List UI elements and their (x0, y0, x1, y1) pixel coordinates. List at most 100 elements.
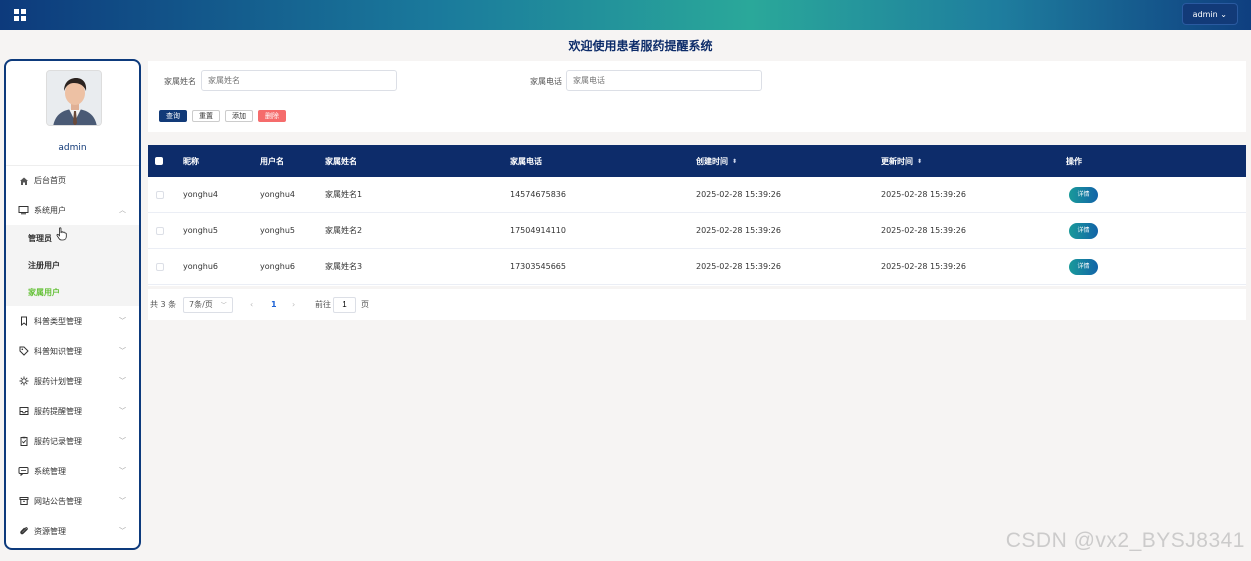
cell-nickname: yonghu5 (183, 226, 219, 235)
sidebar-item-label: 服药提醒管理 (34, 406, 82, 416)
add-button[interactable]: 添加 (225, 110, 253, 122)
column-header-actions: 操作 (1066, 156, 1082, 166)
tag-icon (18, 346, 29, 357)
sidebar-item-medication-plan[interactable]: 服药计划管理 ﹀ (6, 366, 139, 396)
cell-family-name: 家属姓名1 (325, 190, 363, 199)
cell-updated: 2025-02-28 15:39:26 (881, 226, 966, 235)
sidebar-item-resources[interactable]: 资源管理 ﹀ (6, 516, 139, 546)
bookmark-icon (18, 316, 29, 327)
cell-actions: 详情 (1069, 249, 1098, 284)
cell-family-phone: 14574675836 (510, 190, 566, 199)
family-phone-input[interactable] (566, 70, 762, 91)
paperclip-icon (18, 526, 29, 537)
home-icon (18, 175, 29, 186)
table-row: yonghu5 yonghu5 家属姓名2 17504914110 2025-0… (148, 213, 1246, 249)
sidebar-item-home[interactable]: 后台首页 (6, 165, 139, 195)
sidebar: admin 后台首页 系统用户 ︿ 管理员 注册用户 家属用户 科普类型管理 ﹀… (4, 59, 141, 550)
sidebar-item-system-manage[interactable]: 系统管理 ﹀ (6, 456, 139, 486)
sidebar-subitem-family-users[interactable]: 家属用户 (6, 279, 139, 306)
chevron-down-icon: ﹀ (220, 302, 227, 309)
sidebar-item-label: 资源管理 (34, 526, 66, 536)
column-header-label: 更新时间 (881, 156, 913, 166)
sidebar-subitem-admin[interactable]: 管理员 (6, 225, 139, 252)
family-name-input[interactable] (201, 70, 397, 91)
sidebar-item-announcement[interactable]: 网站公告管理 ﹀ (6, 486, 139, 516)
cell-updated: 2025-02-28 15:39:26 (881, 262, 966, 271)
row-checkbox[interactable] (156, 262, 164, 271)
data-table: 昵称 用户名 家属姓名 家属电话 创建时间 ⬍ 更新时间 ⬍ 操作 yonghu4 … (148, 145, 1246, 286)
sort-icon: ⬍ (732, 157, 738, 165)
table-header: 昵称 用户名 家属姓名 家属电话 创建时间 ⬍ 更新时间 ⬍ 操作 (148, 145, 1246, 177)
chevron-down-icon: ﹀ (119, 527, 126, 535)
avatar (46, 70, 102, 126)
prev-page-icon[interactable]: ‹ (250, 289, 253, 320)
family-name-label: 家属姓名 (164, 77, 196, 86)
cell-username: yonghu4 (260, 190, 296, 199)
sort-icon: ⬍ (917, 157, 923, 165)
next-page-icon[interactable]: › (292, 289, 295, 320)
row-checkbox[interactable] (156, 226, 164, 235)
cell-actions: 详情 (1069, 177, 1098, 212)
chevron-down-icon: ⌄ (1220, 10, 1227, 19)
page-suffix-label: 页 (361, 300, 369, 309)
chevron-down-icon: ﹀ (119, 497, 126, 505)
sidebar-user-name: admin (58, 143, 87, 153)
sidebar-item-medication-record[interactable]: 服药记录管理 ﹀ (6, 426, 139, 456)
column-header-created[interactable]: 创建时间 ⬍ (696, 145, 737, 177)
box-icon (18, 496, 29, 507)
cell-username: yonghu5 (260, 226, 296, 235)
pagination: 共 3 条 7条/页 ﹀ ‹ 1 › 前往 页 (148, 289, 1246, 320)
sidebar-item-science-type[interactable]: 科普类型管理 ﹀ (6, 306, 139, 336)
sidebar-item-label: 系统管理 (34, 466, 66, 476)
row-checkbox[interactable] (156, 190, 164, 199)
chevron-down-icon: ﹀ (119, 407, 126, 415)
clipboard-icon (18, 436, 29, 447)
chat-icon (18, 466, 29, 477)
column-header-label: 创建时间 (696, 156, 728, 166)
user-dropdown[interactable]: admin ⌄ (1181, 3, 1238, 25)
menu-grid-icon[interactable] (14, 9, 26, 21)
top-bar: admin ⌄ (0, 0, 1251, 30)
detail-button[interactable]: 详情 (1069, 186, 1098, 203)
select-all-checkbox[interactable] (155, 157, 163, 165)
column-header-family-name: 家属姓名 (325, 156, 357, 166)
detail-button[interactable]: 详情 (1069, 258, 1098, 275)
column-header-updated[interactable]: 更新时间 ⬍ (881, 145, 922, 177)
cell-created: 2025-02-28 15:39:26 (696, 226, 781, 235)
sidebar-item-label: 后台首页 (34, 176, 66, 185)
cell-created: 2025-02-28 15:39:26 (696, 262, 781, 271)
sidebar-item-science-knowledge[interactable]: 科普知识管理 ﹀ (6, 336, 139, 366)
reset-button[interactable]: 重置 (192, 110, 220, 122)
row-select-cell (156, 177, 164, 212)
sidebar-item-label: 系统用户 (34, 205, 66, 215)
sidebar-item-medication-reminder[interactable]: 服药提醒管理 ﹀ (6, 396, 139, 426)
cell-family-phone: 17303545665 (510, 262, 566, 271)
family-phone-label: 家属电话 (530, 77, 562, 86)
row-select-cell (156, 249, 164, 284)
chevron-down-icon: ﹀ (119, 377, 126, 385)
hand-cursor-icon (56, 226, 67, 240)
page-number-current[interactable]: 1 (271, 289, 277, 320)
cell-created: 2025-02-28 15:39:26 (696, 190, 781, 199)
sun-icon (18, 376, 29, 387)
watermark: CSDN @vx2_BYSJ8341 (1005, 529, 1245, 552)
sidebar-item-label: 服药记录管理 (34, 436, 82, 446)
search-panel: 家属姓名 家属电话 查询 重置 添加 删除 (148, 61, 1246, 132)
table-row: yonghu6 yonghu6 家属姓名3 17303545665 2025-0… (148, 249, 1246, 285)
sidebar-menu: 后台首页 系统用户 ︿ 管理员 注册用户 家属用户 科普类型管理 ﹀ 科普知识管… (6, 165, 139, 546)
column-header-family-phone: 家属电话 (510, 156, 542, 166)
pagination-total: 共 3 条 (150, 300, 177, 309)
sidebar-item-label: 网站公告管理 (34, 496, 82, 506)
chevron-down-icon: ﹀ (119, 467, 126, 475)
page-size-select[interactable]: 7条/页 ﹀ (183, 296, 233, 313)
user-dropdown-label: admin (1192, 10, 1218, 19)
query-button[interactable]: 查询 (159, 110, 187, 122)
inbox-icon (18, 406, 29, 417)
delete-button[interactable]: 删除 (258, 110, 286, 122)
sidebar-subitem-label: 管理员 (28, 234, 52, 243)
cell-nickname: yonghu4 (183, 190, 219, 199)
sidebar-subitem-registered-users[interactable]: 注册用户 (6, 252, 139, 279)
goto-page-input[interactable] (333, 296, 356, 313)
sidebar-item-system-users[interactable]: 系统用户 ︿ (6, 195, 139, 225)
detail-button[interactable]: 详情 (1069, 222, 1098, 239)
